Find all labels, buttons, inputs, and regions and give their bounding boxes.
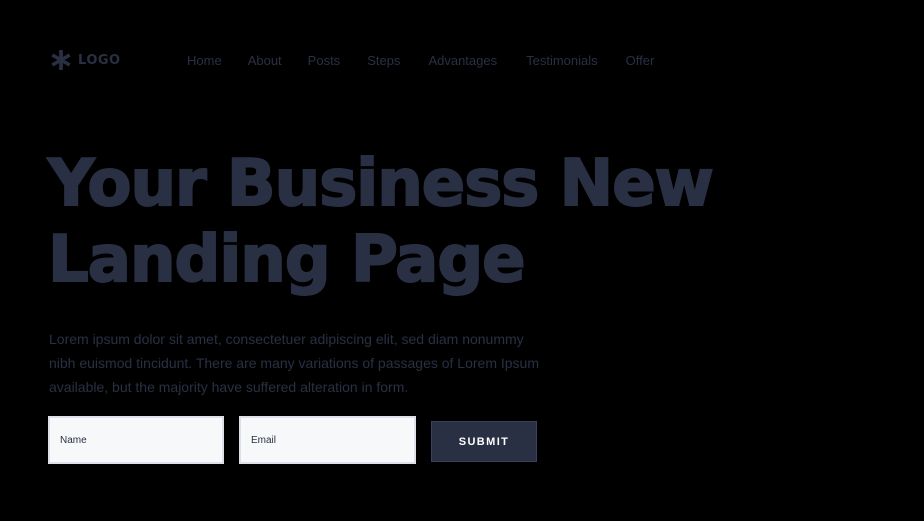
hero-description: Lorem ipsum dolor sit amet, consectetuer… [49,331,539,395]
submit-button[interactable]: SUBMIT [431,421,537,462]
hero-title-line-1: Your Business New [47,146,715,222]
nav-link-steps[interactable]: Steps [367,53,400,68]
nav-link-about[interactable]: About [248,53,282,68]
asterisk-icon [51,50,71,70]
nav-link-testimonials[interactable]: Testimonials [526,53,598,68]
email-input[interactable] [239,416,416,464]
name-input[interactable] [48,416,224,464]
nav-link-advantages[interactable]: Advantages [428,53,497,68]
nav-link-posts[interactable]: Posts [308,53,341,68]
hero-title-line-2: Landing Page [47,222,527,298]
logo-text: LOGO [78,52,121,68]
main-nav: Home About Posts Steps Advantages Testim… [187,51,654,69]
logo[interactable]: LOGO [50,49,121,71]
nav-link-home[interactable]: Home [187,53,222,68]
nav-link-offer[interactable]: Offer [626,53,655,68]
hero-title: Your Business New Landing Page [47,146,768,298]
